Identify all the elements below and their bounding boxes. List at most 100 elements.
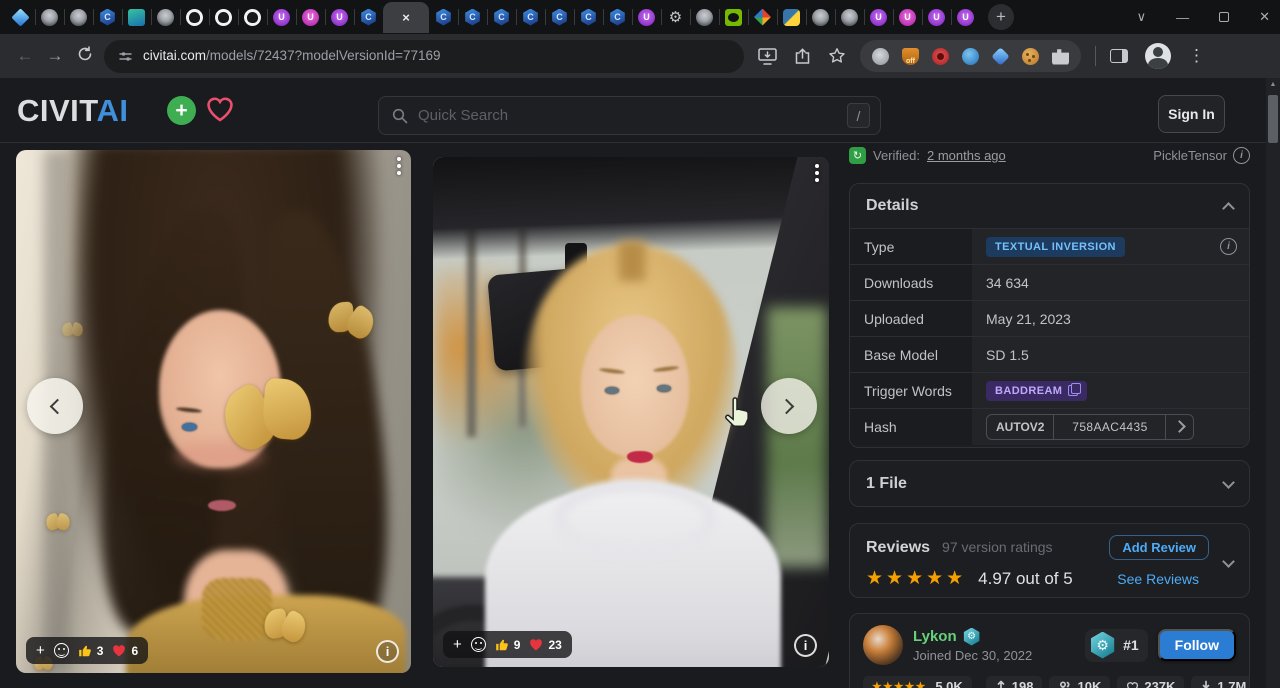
hash-widget[interactable]: AUTOV2 758AAC4435	[986, 414, 1194, 440]
files-section[interactable]: 1 File	[849, 460, 1250, 507]
tab[interactable]	[429, 0, 458, 34]
tab[interactable]	[690, 0, 719, 34]
sign-in-button[interactable]: Sign In	[1158, 95, 1225, 133]
tab[interactable]	[922, 0, 951, 34]
tab[interactable]	[151, 0, 180, 34]
back-button[interactable]: ←	[10, 46, 40, 66]
expand-chevron-icon[interactable]	[1222, 555, 1235, 568]
browser-menu-icon[interactable]: ⋮	[1188, 46, 1205, 66]
tab-strip-tabs: ×	[0, 0, 980, 34]
follow-button[interactable]: Follow	[1158, 629, 1236, 661]
verified-time-link[interactable]: 2 months ago	[927, 148, 1006, 163]
reload-button[interactable]	[70, 46, 100, 67]
address-bar[interactable]: civitai.com/models/72437?modelVersionId=…	[104, 40, 744, 73]
tab[interactable]	[122, 0, 151, 34]
tab[interactable]	[64, 0, 93, 34]
tab[interactable]	[632, 0, 661, 34]
details-header[interactable]: Details	[850, 184, 1249, 228]
extension-cookie-icon[interactable]	[1022, 48, 1039, 65]
tab[interactable]	[893, 0, 922, 34]
tab[interactable]	[354, 0, 383, 34]
hash-value[interactable]: 758AAC4435	[1054, 415, 1166, 439]
likes-stat: 237K	[1117, 676, 1184, 688]
add-reaction-button[interactable]: +	[36, 642, 45, 659]
image-options-menu[interactable]	[815, 164, 819, 182]
trigger-word-badge[interactable]: BADDREAM	[986, 381, 1087, 401]
type-info-icon[interactable]: i	[1220, 238, 1237, 255]
support-heart-icon[interactable]	[205, 95, 235, 128]
share-icon[interactable]	[794, 48, 811, 65]
heart-reaction[interactable]: 23	[529, 638, 561, 652]
tab[interactable]	[806, 0, 835, 34]
extension-red-icon[interactable]	[932, 48, 949, 65]
new-tab-button[interactable]: +	[988, 4, 1014, 30]
tab[interactable]	[93, 0, 122, 34]
extension-diamond-icon[interactable]	[991, 47, 1009, 65]
tab[interactable]	[545, 0, 574, 34]
tab[interactable]	[267, 0, 296, 34]
smiley-icon[interactable]	[54, 643, 69, 658]
tab[interactable]	[487, 0, 516, 34]
hash-expand-button[interactable]	[1166, 415, 1193, 439]
add-reaction-button[interactable]: +	[453, 636, 462, 653]
tab[interactable]	[35, 0, 64, 34]
carousel-prev-button[interactable]	[27, 378, 83, 434]
extension-globe-icon[interactable]	[872, 48, 889, 65]
tab[interactable]	[835, 0, 864, 34]
tab-search-chevron-icon[interactable]: ∨	[1137, 9, 1147, 25]
tab[interactable]	[777, 0, 806, 34]
creator-name-link[interactable]: Lykon	[913, 628, 957, 645]
scrollbar-up-arrow[interactable]: ▲	[1266, 78, 1280, 92]
tab[interactable]	[748, 0, 777, 34]
tab[interactable]	[296, 0, 325, 34]
forward-button[interactable]: →	[40, 46, 70, 66]
tab-active[interactable]: ×	[383, 2, 429, 33]
smiley-icon[interactable]	[471, 637, 486, 652]
tab[interactable]	[574, 0, 603, 34]
tab[interactable]	[180, 0, 209, 34]
image-info-button[interactable]: i	[376, 640, 399, 663]
page-scrollbar[interactable]: ▲	[1266, 78, 1280, 688]
image-info-button[interactable]: i	[794, 634, 817, 657]
carousel-next-button[interactable]	[761, 378, 817, 434]
tab[interactable]	[209, 0, 238, 34]
uploads-stat: 198	[986, 676, 1043, 688]
tab[interactable]	[719, 0, 748, 34]
creator-avatar[interactable]	[863, 625, 903, 665]
extensions-puzzle-icon[interactable]	[1052, 48, 1069, 65]
type-badge[interactable]: TEXTUAL INVERSION	[986, 237, 1125, 257]
side-panel-icon[interactable]	[1110, 49, 1128, 63]
tab[interactable]	[661, 0, 690, 34]
tab[interactable]	[603, 0, 632, 34]
add-review-button[interactable]: Add Review	[1109, 535, 1209, 560]
search-input[interactable]: Quick Search /	[378, 96, 881, 135]
like-reaction[interactable]: 3	[78, 644, 104, 658]
tab-close-icon[interactable]: ×	[402, 11, 410, 24]
close-window-button[interactable]: ✕	[1259, 9, 1270, 25]
minimize-button[interactable]: —	[1176, 10, 1189, 25]
extension-ublock-off-icon[interactable]	[902, 48, 919, 65]
profile-avatar[interactable]	[1145, 43, 1171, 69]
tab[interactable]	[6, 0, 35, 34]
tab[interactable]	[238, 0, 267, 34]
scrollbar-thumb[interactable]	[1268, 95, 1278, 143]
copy-icon[interactable]	[1068, 385, 1078, 396]
tab[interactable]	[951, 0, 980, 34]
tab[interactable]	[458, 0, 487, 34]
tab[interactable]	[864, 0, 893, 34]
bookmark-star-icon[interactable]	[828, 47, 846, 65]
format-info-icon[interactable]: i	[1233, 147, 1250, 164]
like-reaction[interactable]: 9	[495, 638, 521, 652]
save-page-icon[interactable]	[758, 48, 777, 65]
site-info-icon[interactable]	[118, 49, 133, 64]
image-options-menu[interactable]	[397, 157, 401, 175]
tab[interactable]	[516, 0, 545, 34]
creator-rank-badge[interactable]: ⚙ #1	[1085, 629, 1148, 662]
see-reviews-link[interactable]: See Reviews	[1117, 571, 1199, 587]
restore-button[interactable]	[1219, 12, 1229, 22]
create-button[interactable]: +	[167, 96, 196, 125]
extension-blue-icon[interactable]	[962, 48, 979, 65]
heart-reaction[interactable]: 6	[112, 644, 138, 658]
tab[interactable]	[325, 0, 354, 34]
civitai-logo[interactable]: CIVITAI	[17, 93, 128, 129]
